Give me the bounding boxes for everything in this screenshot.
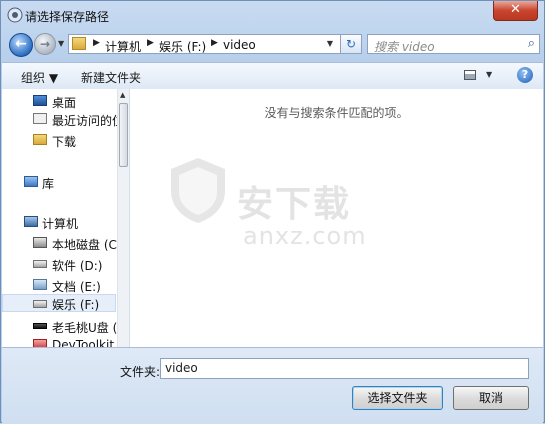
refresh-button[interactable]: ↻	[340, 34, 362, 54]
sidebar-item-usb-drive[interactable]: 老毛桃U盘 (L	[2, 317, 124, 335]
library-icon	[24, 176, 38, 187]
sidebar-item-label: 库	[42, 177, 55, 191]
sidebar-item-label: 软件 (D:)	[52, 259, 103, 273]
address-dropdown-icon[interactable]: ▼	[327, 39, 333, 48]
chevron-right-icon[interactable]: ▶	[147, 38, 154, 48]
sidebar-item-label: 娱乐 (F:)	[52, 298, 100, 312]
sidebar-item-downloads[interactable]: 下载	[2, 131, 116, 149]
chevron-right-icon[interactable]: ▶	[211, 38, 218, 48]
search-icon[interactable]: ⌕	[528, 36, 535, 51]
sidebar-item-library[interactable]: 库	[2, 173, 116, 191]
sidebar-item-label: 计算机	[42, 217, 79, 231]
folder-name-input[interactable]: video	[160, 358, 529, 379]
dialog-footer: 文件夹: video 选择文件夹 取消	[2, 347, 543, 424]
sidebar-item-recent[interactable]: 最近访问的位	[2, 110, 124, 128]
sidebar-item-desktop[interactable]: 桌面	[2, 92, 116, 110]
address-bar[interactable]: ▶ 计算机 ▶ 娱乐 (F:) ▶ video ▼	[68, 34, 362, 54]
network-drive-icon	[33, 279, 47, 290]
scroll-up-icon[interactable]: ▲	[120, 91, 125, 99]
search-input[interactable]: 搜索 video ⌕	[367, 34, 540, 54]
help-icon[interactable]: ?	[517, 67, 533, 83]
desktop-icon	[33, 95, 47, 106]
title-bar: 请选择保存路径 ✕	[1, 1, 544, 29]
sidebar-item-drive-f[interactable]: 娱乐 (F:)	[2, 294, 116, 312]
cancel-button[interactable]: 取消	[453, 386, 529, 410]
sidebar-item-computer[interactable]: 计算机	[2, 213, 116, 231]
watermark-domain: anxz.com	[243, 222, 367, 250]
breadcrumb-video[interactable]: video	[223, 38, 256, 52]
watermark-shield-icon	[171, 158, 225, 223]
chevron-right-icon[interactable]: ▶	[93, 38, 100, 48]
organize-menu[interactable]: 组织 ▼	[21, 69, 58, 86]
window-title: 请选择保存路径	[25, 10, 110, 24]
sidebar-item-label: 老毛桃U盘 (L	[52, 321, 124, 335]
watermark-brand: 安下载	[237, 184, 352, 225]
app-icon	[7, 7, 23, 23]
sidebar-item-label: 本地磁盘 (C:)	[52, 238, 126, 252]
navigation-row: ← → ▼ ▶ 计算机 ▶ 娱乐 (F:) ▶ video ▼ ↻ 搜索 vid…	[1, 29, 544, 61]
command-bar: 组织 ▼ 新建文件夹 ▼ ?	[2, 62, 543, 90]
scroll-thumb[interactable]	[119, 103, 128, 167]
select-folder-button[interactable]: 选择文件夹	[352, 386, 443, 410]
drive-icon	[33, 260, 47, 268]
sidebar-item-drive-d[interactable]: 软件 (D:)	[2, 255, 116, 273]
usb-drive-icon	[33, 323, 47, 329]
sidebar-item-devtoolkit[interactable]: DevToolkit (	[2, 336, 123, 347]
sidebar-item-label: 最近访问的位	[52, 114, 125, 128]
save-path-dialog: 请选择保存路径 ✕ ← → ▼ ▶ 计算机 ▶ 娱乐 (F:) ▶ video …	[0, 0, 545, 424]
download-folder-icon	[33, 134, 47, 145]
view-options-icon[interactable]	[464, 70, 476, 80]
new-folder-button[interactable]: 新建文件夹	[81, 69, 141, 86]
system-drive-icon	[33, 237, 47, 248]
recent-icon	[33, 113, 47, 124]
sidebar-item-drive-c[interactable]: 本地磁盘 (C:)	[2, 234, 126, 252]
back-button[interactable]: ←	[9, 33, 33, 57]
view-dropdown-icon[interactable]: ▼	[486, 70, 492, 79]
sidebar-item-drive-e[interactable]: 文档 (E:)	[2, 276, 116, 294]
close-button[interactable]: ✕	[493, 1, 538, 21]
navigation-pane[interactable]: 桌面 最近访问的位 下载 库 计算机 本地磁盘 (C:) 软件 (D:) 文档	[2, 89, 130, 347]
recent-locations-dropdown[interactable]: ▼	[58, 39, 64, 48]
forward-button[interactable]: →	[34, 33, 56, 55]
sidebar-item-label: DevToolkit (	[52, 338, 123, 347]
sidebar-item-label: 桌面	[52, 96, 77, 110]
folder-icon	[72, 37, 86, 50]
drive-icon	[33, 300, 47, 308]
navigation-scrollbar[interactable]: ▲	[117, 89, 129, 347]
sidebar-item-label: 文档 (E:)	[52, 280, 101, 294]
computer-icon	[24, 216, 38, 227]
folder-label: 文件夹:	[120, 365, 161, 379]
sidebar-item-label: 下载	[52, 135, 77, 149]
breadcrumb-computer[interactable]: 计算机	[105, 38, 141, 55]
empty-result-message: 没有与搜索条件匹配的项。	[264, 106, 409, 120]
breadcrumb-drive-f[interactable]: 娱乐 (F:)	[159, 38, 206, 55]
devtoolkit-drive-icon	[33, 339, 47, 347]
search-placeholder: 搜索 video	[374, 40, 435, 54]
